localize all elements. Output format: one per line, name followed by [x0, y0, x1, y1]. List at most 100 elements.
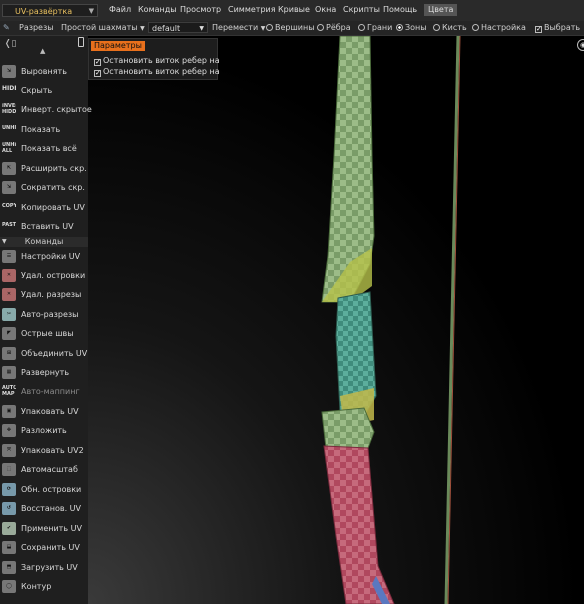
lower-limb: [323, 445, 395, 604]
viewport-options-icon[interactable]: ◉: [577, 39, 584, 51]
save-uv-icon: ⬓: [2, 541, 16, 554]
move-label: Перемести: [212, 23, 259, 32]
tool-copy-uv[interactable]: COPY Копировать UV: [0, 198, 88, 217]
radio-faces[interactable]: Грани: [358, 23, 392, 32]
cmd-load-uv[interactable]: ⬒ Загрузить UV: [0, 558, 88, 577]
tool-label: Вставить UV: [21, 222, 74, 231]
chevron-down-icon: ▼: [260, 25, 266, 32]
radio-icon: [358, 24, 365, 31]
tool-unhide[interactable]: UNHIDE Показать: [0, 120, 88, 139]
cmd-layout[interactable]: ✥ Разложить: [0, 421, 88, 440]
menu-curves[interactable]: Кривые: [278, 5, 310, 14]
cmd-pack-uv2[interactable]: ⤧ Упаковать UV2: [0, 441, 88, 460]
tool-hide[interactable]: HIDE Скрыть: [0, 81, 88, 100]
menu-view[interactable]: Просмотр: [180, 5, 221, 14]
cmd-uv-settings[interactable]: ☰ Настройки UV: [0, 247, 88, 266]
layout-icon: ✥: [2, 424, 16, 437]
cmd-label: Развернуть: [21, 368, 70, 377]
preset-dropdown[interactable]: default ▼: [148, 22, 208, 33]
cmd-label: Острые швы: [21, 329, 74, 338]
3d-viewport[interactable]: [88, 36, 584, 604]
auto-cuts-icon: ✂: [2, 308, 16, 321]
panel-pin-icon[interactable]: [78, 37, 84, 47]
tool-label: Копировать UV: [21, 203, 85, 212]
radio-faces-label: Грани: [367, 23, 393, 32]
merge-uv-icon: ⊞: [2, 347, 16, 360]
cmd-label: Удал. островки: [21, 271, 86, 280]
tool-paste-uv[interactable]: PASTE Вставить UV: [0, 217, 88, 236]
radio-settings[interactable]: Настройка: [472, 23, 526, 32]
cmd-apply-uv[interactable]: ✔ Применить UV: [0, 519, 88, 538]
radio-edges[interactable]: Рёбра: [317, 23, 351, 32]
checker-dropdown[interactable]: Простой шахматы ▼: [61, 23, 145, 32]
scroll-up-icon[interactable]: ▲: [40, 47, 45, 55]
paste-icon: PASTE: [2, 222, 16, 228]
cmd-pack-uv[interactable]: ▣ Упаковать UV: [0, 402, 88, 421]
tools-sidebar: ❬▯ ▲ ⇲ Выровнять HIDE Скрыть INVERT HIDD…: [0, 36, 92, 604]
menu-bar: UV-развёртка ▼ Файл Команды Просмотр Сим…: [0, 0, 584, 22]
radio-icon: [433, 24, 440, 31]
expand-icon: ⇱: [2, 162, 16, 175]
cuts-label[interactable]: Разрезы: [19, 23, 54, 32]
cmd-save-uv[interactable]: ⬓ Сохранить UV: [0, 538, 88, 557]
cmd-label: Восстанов. UV: [21, 504, 81, 513]
commands-header[interactable]: ▼ Команды: [0, 237, 88, 247]
cmd-contour[interactable]: ◯ Контур: [0, 577, 88, 596]
move-dropdown[interactable]: Перемести ▼: [212, 23, 265, 32]
cmd-auto-map[interactable]: AUTO MAP Авто-маппинг: [0, 382, 88, 401]
radio-brush[interactable]: Кисть: [433, 23, 467, 32]
cmd-label: Обн. островки: [21, 485, 82, 494]
tool-label: Сократить скр.: [21, 183, 85, 192]
param-option-1[interactable]: ✓ Остановить виток ребер на: [94, 56, 220, 66]
cmd-delete-islands[interactable]: ✕ Удал. островки: [0, 266, 88, 285]
cuts-tool-icon[interactable]: ✎: [3, 23, 10, 32]
bow-string-edge: [447, 36, 461, 604]
tool-unhide-all[interactable]: UNHIDE ALL Показать всё: [0, 139, 88, 158]
menu-colors[interactable]: Цвета: [424, 4, 458, 16]
restore-uv-icon: ↺: [2, 502, 16, 515]
radio-icon: [472, 24, 479, 31]
parameters-title[interactable]: Параметры: [91, 41, 145, 51]
cmd-sharp-seams[interactable]: ◤ Острые швы: [0, 324, 88, 343]
tool-shrink-hidden[interactable]: ⇲ Сократить скр.: [0, 178, 88, 197]
chevron-down-icon: ▼: [140, 25, 145, 32]
cmd-auto-cuts[interactable]: ✂ Авто-разрезы: [0, 305, 88, 324]
menu-help[interactable]: Помощь: [383, 5, 417, 14]
align-icon: ⇲: [2, 65, 16, 78]
cmd-auto-scale[interactable]: ⬚ Автомасштаб: [0, 460, 88, 479]
menu-commands[interactable]: Команды: [138, 5, 177, 14]
tool-align[interactable]: ⇲ Выровнять: [0, 62, 88, 81]
pin-icon[interactable]: ❬▯: [4, 39, 17, 49]
menu-scripts[interactable]: Скрипты: [343, 5, 380, 14]
delete-islands-icon: ✕: [2, 269, 16, 282]
radio-zones[interactable]: Зоны: [396, 23, 427, 32]
menu-windows[interactable]: Окна: [315, 5, 336, 14]
radio-vertices[interactable]: Вершины: [266, 23, 315, 32]
checkbox-checked-icon: ✓: [535, 25, 542, 33]
checkbox-checked-icon: ✓: [94, 58, 101, 66]
cmd-delete-cuts[interactable]: ✕ Удал. разрезы: [0, 285, 88, 304]
chevron-down-icon: ▼: [88, 7, 94, 15]
apply-uv-icon: ✔: [2, 522, 16, 535]
mode-dropdown[interactable]: UV-развёртка ▼: [2, 4, 98, 17]
cmd-label: Настройки UV: [21, 252, 81, 261]
select-checkbox[interactable]: ✓ Выбрать: [535, 23, 580, 33]
hide-icon: HIDE: [2, 85, 16, 92]
tool-invert-hidden[interactable]: INVERT HIDDEN Инверт. скрытое: [0, 100, 92, 119]
cmd-label: Авто-разрезы: [21, 310, 79, 319]
cmd-restore-uv[interactable]: ↺ Восстанов. UV: [0, 499, 88, 518]
chevron-down-icon: ▼: [199, 25, 204, 32]
cmd-unwrap[interactable]: ▦ Развернуть: [0, 363, 88, 382]
menu-file[interactable]: Файл: [109, 5, 131, 14]
radio-icon: [266, 24, 273, 31]
invert-hidden-icon: INVERT HIDDEN: [2, 103, 16, 115]
menu-symmetry[interactable]: Симметрия: [228, 5, 276, 14]
cmd-merge-uv[interactable]: ⊞ Объединить UV: [0, 344, 88, 363]
radio-selected-icon: [396, 24, 403, 31]
tool-expand-hidden[interactable]: ⇱ Расширить скр.: [0, 159, 88, 178]
sharp-seams-icon: ◤: [2, 327, 16, 340]
cmd-label: Упаковать UV2: [21, 446, 84, 455]
contour-icon: ◯: [2, 580, 16, 593]
param-option-2[interactable]: ✓ Остановить виток ребер на: [94, 67, 220, 77]
cmd-update-islands[interactable]: ⟳ Обн. островки: [0, 480, 88, 499]
